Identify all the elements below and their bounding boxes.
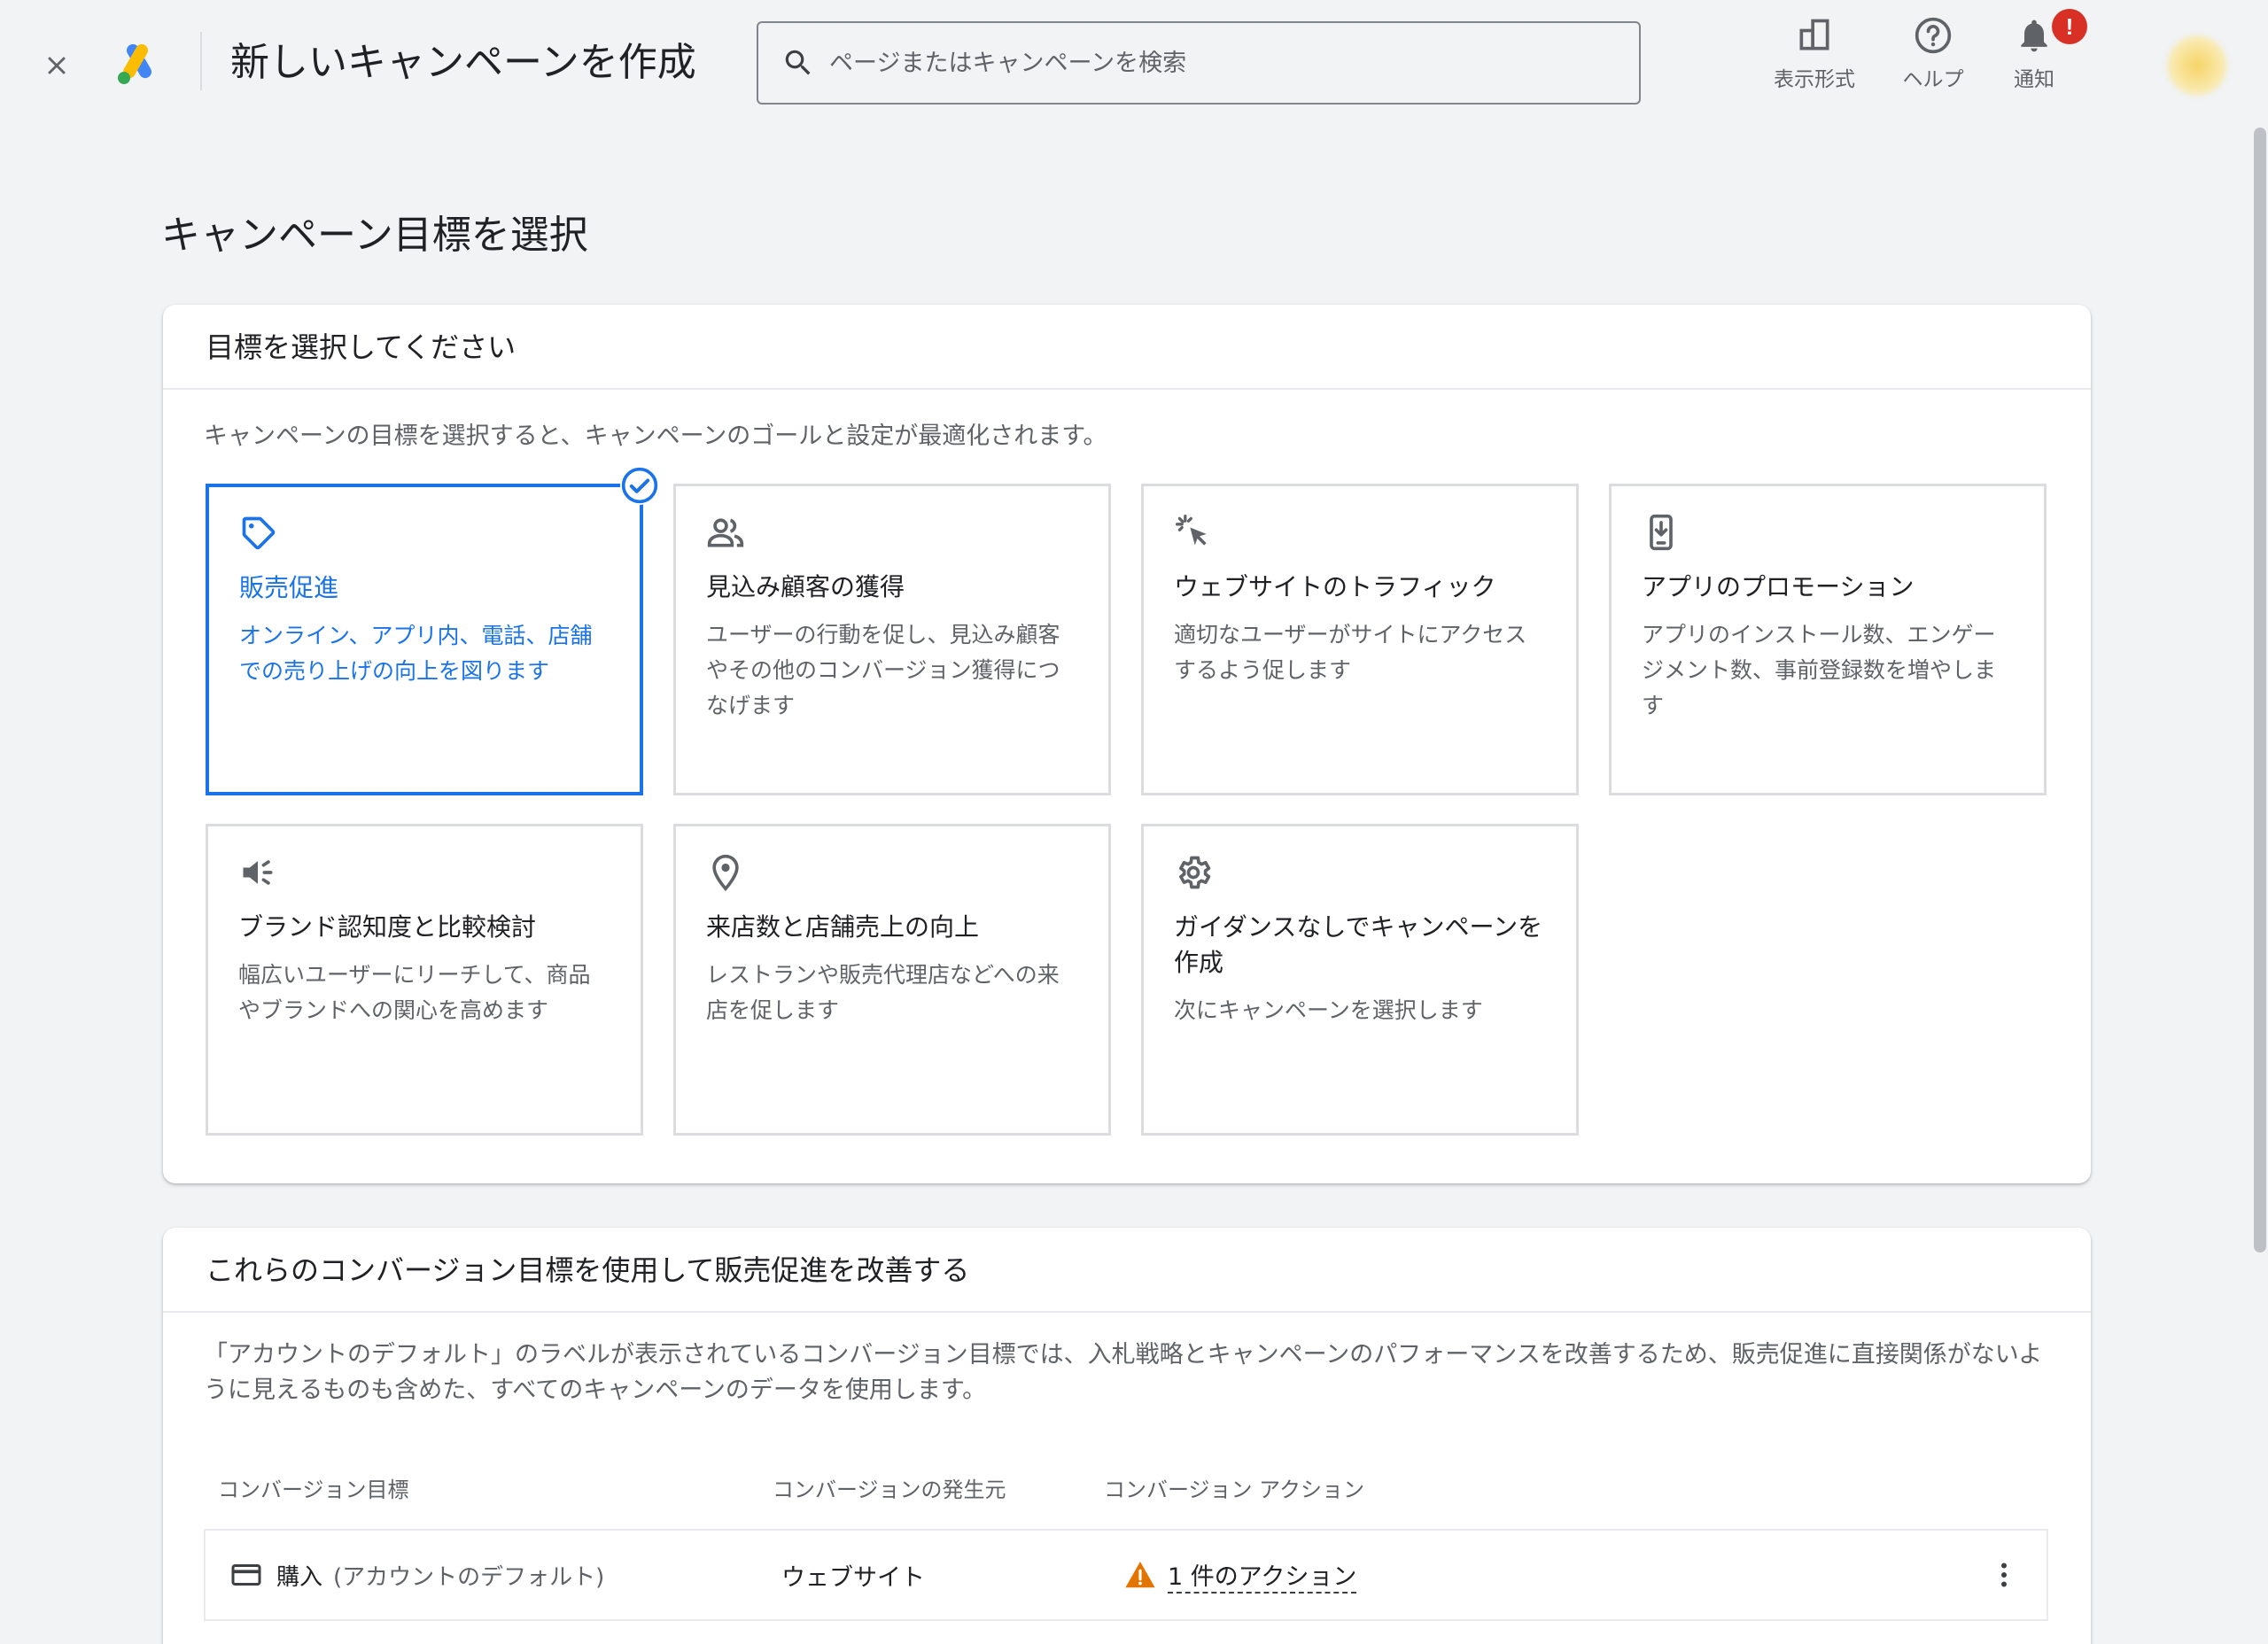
conversion-goal-name: 購入: [276, 1563, 323, 1591]
notifications-button[interactable]: ! 通知: [2000, 9, 2087, 96]
goal-description: オンライン、アプリ内、電話、店舗での売り上げの向上を図ります: [239, 623, 593, 684]
goal-title: ブランド認知度と比較検討: [238, 912, 537, 942]
table-row: 購入 (アカウントのデフォルト) ウェブサイト 1 件のアクション: [204, 1529, 2048, 1621]
goals-card: 目標を選択してください キャンペーンの目標を選択すると、キャンペーンのゴールと設…: [163, 305, 2091, 1183]
conversion-action-cell: 1 件のアクション: [1123, 1531, 1357, 1619]
selected-check-icon: [620, 466, 659, 505]
goal-description: ユーザーの行動を促し、見込み顧客やその他のコンバージョン獲得につなげます: [706, 622, 1060, 718]
phone-download-icon: [1650, 514, 1673, 551]
search-input[interactable]: [829, 49, 1627, 77]
goal-title: ウェブサイトのトラフィック: [1174, 572, 1496, 601]
account-avatar[interactable]: [2167, 35, 2227, 96]
warning-icon: [1125, 1561, 1155, 1588]
top-app-bar: 新しいキャンペーンを作成 表示形式 ヘルプ ! 通知: [0, 0, 2268, 124]
appearance-label: 表示形式: [1774, 68, 1855, 91]
goals-card-heading: 目標を選択してください: [163, 305, 2091, 390]
page-title: 新しいキャンペーンを作成: [230, 40, 696, 85]
goal-tile-sales[interactable]: 販売促進 オンライン、アプリ内、電話、店舗での売り上げの向上を図ります: [206, 484, 643, 795]
conversion-card-description: 「アカウントのデフォルト」のラベルが表示されているコンバージョン目標では、入札戦…: [204, 1341, 2043, 1404]
section-title: キャンペーン目標を選択: [161, 213, 588, 258]
gear-icon: [1179, 856, 1211, 889]
megaphone-icon: [243, 860, 273, 885]
search-icon: [785, 50, 811, 75]
goal-title: アプリのプロモーション: [1642, 572, 1915, 601]
more-vert-icon: [2001, 1563, 2007, 1587]
conversion-card-heading: これらのコンバージョン目標を使用して販売促進を改善する: [163, 1228, 2091, 1313]
header-divider: [200, 32, 202, 90]
close-icon: [48, 57, 66, 74]
column-header-action: コンバージョン アクション: [1104, 1477, 1364, 1502]
column-header-source: コンバージョンの発生元: [773, 1477, 1006, 1502]
conversion-action-link[interactable]: 1 件のアクション: [1168, 1557, 1357, 1594]
goal-tile-app-promotion[interactable]: アプリのプロモーション アプリのインストール数、エンゲージメント数、事前登録数を…: [1609, 484, 2047, 795]
people-icon: [707, 518, 744, 547]
conversion-goal-default-label: (アカウントのデフォルト): [333, 1563, 605, 1591]
goal-tile-website-traffic[interactable]: ウェブサイトのトラフィック 適切なユーザーがサイトにアクセスするよう促します: [1141, 484, 1579, 795]
help-button[interactable]: ヘルプ: [1891, 16, 1976, 96]
location-pin-icon: [712, 854, 739, 892]
goal-description: 適切なユーザーがサイトにアクセスするよう促します: [1174, 622, 1527, 683]
goal-description: レストランや販売代理店などへの来店を促します: [706, 962, 1060, 1023]
conversion-goal-cell: 購入 (アカウントのデフォルト): [230, 1531, 604, 1619]
column-header-goal: コンバージョン目標: [218, 1477, 409, 1502]
goal-tile-brand-awareness[interactable]: ブランド認知度と比較検討 幅広いユーザーにリーチして、商品やブランドへの関心を高…: [206, 824, 643, 1136]
tag-icon: [242, 516, 276, 550]
goals-card-description: キャンペーンの目標を選択すると、キャンペーンのゴールと設定が最適化されます。: [204, 423, 1107, 450]
cursor-click-icon: [1176, 515, 1207, 546]
notifications-label: 通知: [2014, 68, 2054, 91]
close-button[interactable]: [35, 44, 78, 87]
row-more-button[interactable]: [1986, 1531, 2022, 1619]
help-label: ヘルプ: [1902, 68, 1964, 91]
help-icon: [1915, 17, 1952, 54]
notification-badge: !: [2052, 9, 2087, 44]
goal-title: ガイダンスなしでキャンペーンを作成: [1174, 912, 1543, 977]
appearance-icon: [1799, 19, 1829, 50]
search-box[interactable]: [757, 21, 1641, 105]
goal-title: 来店数と店舗売上の向上: [706, 912, 980, 942]
goal-description: 次にキャンペーンを選択します: [1174, 997, 1483, 1023]
appearance-button[interactable]: 表示形式: [1768, 16, 1860, 96]
goal-title: 販売促進: [239, 573, 339, 602]
goal-description: アプリのインストール数、エンゲージメント数、事前登録数を増やします: [1642, 622, 1997, 718]
bell-icon: [2021, 19, 2047, 52]
goal-description: 幅広いユーザーにリーチして、商品やブランドへの関心を高めます: [238, 962, 591, 1023]
goal-tile-no-guidance[interactable]: ガイダンスなしでキャンペーンを作成 次にキャンペーンを選択します: [1141, 824, 1579, 1136]
scrollbar-thumb[interactable]: [2254, 128, 2266, 1252]
credit-card-icon: [231, 1564, 261, 1586]
goal-tile-leads[interactable]: 見込み顧客の獲得 ユーザーの行動を促し、見込み顧客やその他のコンバージョン獲得に…: [673, 484, 1111, 795]
goal-tile-local-store-visits[interactable]: 来店数と店舗売上の向上 レストランや販売代理店などへの来店を促します: [673, 824, 1111, 1136]
google-ads-logo-icon: [118, 43, 151, 84]
conversion-source-cell: ウェブサイト: [781, 1563, 925, 1592]
goal-title: 見込み顧客の獲得: [706, 572, 905, 601]
conversion-goals-card: これらのコンバージョン目標を使用して販売促進を改善する 「アカウントのデフォルト…: [163, 1228, 2091, 1644]
